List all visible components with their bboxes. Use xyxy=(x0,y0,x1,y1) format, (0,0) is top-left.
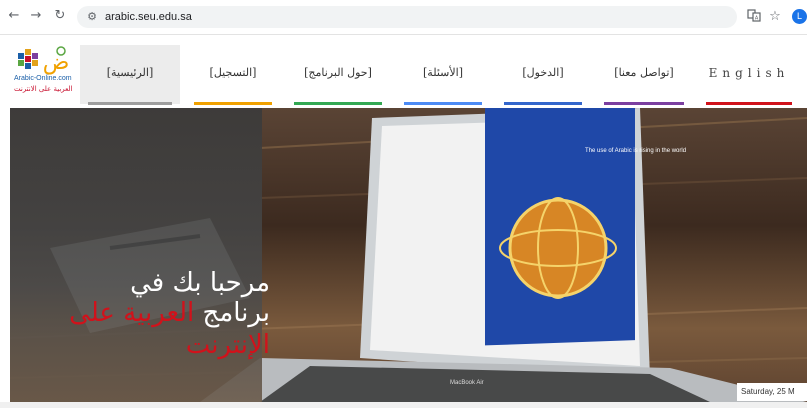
forward-arrow-icon[interactable]: → xyxy=(28,8,44,24)
nav-english[interactable]: English xyxy=(698,45,800,105)
site-logo[interactable]: ض Arabic-Online.com العربية على الانترنت xyxy=(14,45,74,101)
nav-home-label: [الرئيسية] xyxy=(106,66,154,79)
star-icon[interactable]: ☆ xyxy=(766,8,784,26)
nav-register-label: [التسجيل] xyxy=(209,66,257,79)
nav-register-underline xyxy=(194,102,272,105)
page-bottom-edge xyxy=(0,402,807,408)
nav-login-underline xyxy=(504,102,582,105)
translate-icon[interactable]: A xyxy=(745,8,763,26)
welcome-line-1: مرحبا بك في xyxy=(130,268,270,298)
welcome-line-2b: العربية على xyxy=(69,298,195,328)
nav-home[interactable]: [الرئيسية] xyxy=(80,45,180,105)
browser-toolbar: ← → ↻ ⚙ arabic.seu.edu.sa A ☆ L xyxy=(0,0,807,35)
logo-mark-icon: ض xyxy=(18,46,70,75)
nav-english-underline xyxy=(706,102,792,105)
nav-login[interactable]: [الدخول] xyxy=(496,45,590,105)
nav-english-label: English xyxy=(708,66,790,80)
nav-faq-underline xyxy=(404,102,482,105)
laptop-brand-label: MacBook Air xyxy=(450,380,484,386)
address-bar[interactable]: ⚙ arabic.seu.edu.sa xyxy=(77,6,737,28)
nav-register[interactable]: [التسجيل] xyxy=(186,45,280,105)
nav-faq-label: [الأسئلة] xyxy=(423,66,463,79)
nav-home-underline xyxy=(88,102,172,105)
nav-contact[interactable]: [تواصل معنا] xyxy=(596,45,692,105)
url-text[interactable]: arabic.seu.edu.sa xyxy=(105,9,192,25)
nav-contact-underline xyxy=(604,102,684,105)
nav-about-label: [حول البرنامج] xyxy=(304,66,372,79)
nav-about[interactable]: [حول البرنامج] xyxy=(286,45,390,105)
hero-banner: The use of Arabic is rising in the world… xyxy=(10,108,807,402)
laptop-caption: The use of Arabic is rising in the world xyxy=(585,148,687,154)
site-info-icon[interactable]: ⚙ xyxy=(85,10,99,24)
welcome-line-3: الإنترنت xyxy=(185,330,270,360)
welcome-line-2a: برنامج xyxy=(194,298,270,328)
welcome-line-2: برنامج العربية على xyxy=(10,300,270,326)
logo-text-arabic: العربية على الانترنت xyxy=(14,85,73,93)
logo-text-latin: Arabic-Online.com xyxy=(14,75,72,82)
nav-login-label: [الدخول] xyxy=(522,66,564,79)
reload-icon[interactable]: ↻ xyxy=(52,8,68,24)
nav-about-underline xyxy=(294,102,382,105)
nav-faq[interactable]: [الأسئلة] xyxy=(396,45,490,105)
nav-contact-label: [تواصل معنا] xyxy=(614,66,674,79)
date-badge: Saturday, 25 M xyxy=(737,383,807,401)
back-arrow-icon[interactable]: ← xyxy=(6,8,22,24)
site-header: ض Arabic-Online.com العربية على الانترنت… xyxy=(0,35,807,105)
profile-avatar[interactable]: L xyxy=(792,9,807,24)
svg-text:ض: ض xyxy=(43,50,70,75)
